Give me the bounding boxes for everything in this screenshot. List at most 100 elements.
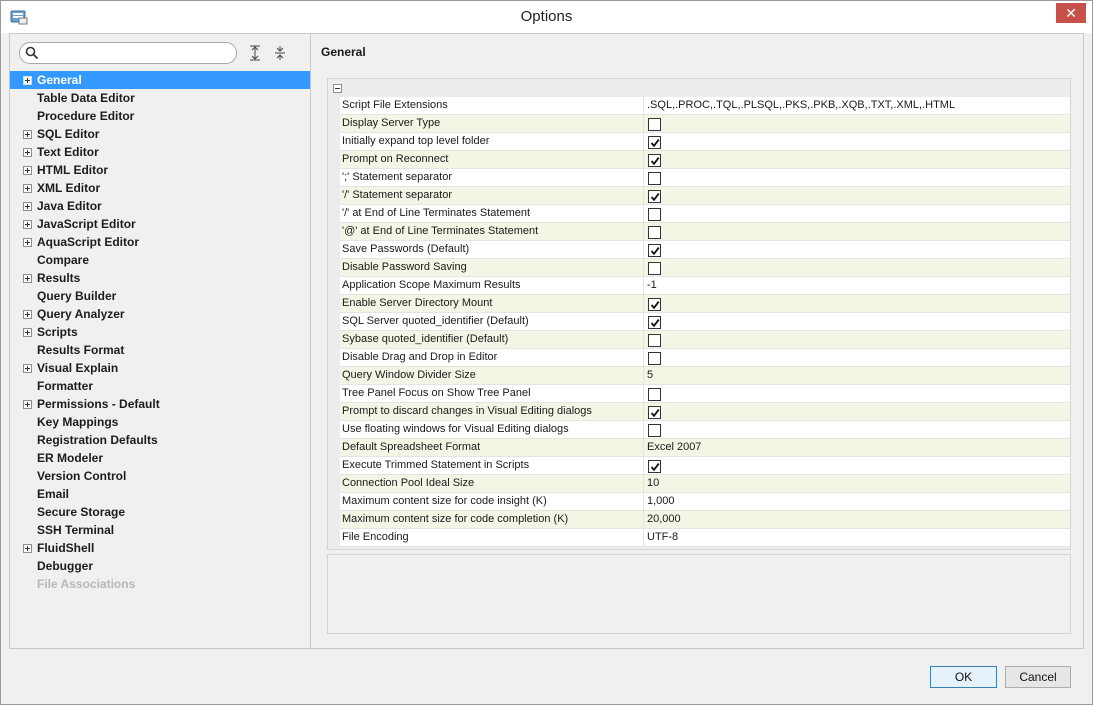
search-icon bbox=[25, 46, 39, 60]
tree-item-label: General bbox=[37, 73, 82, 87]
property-row: Prompt to discard changes in Visual Edit… bbox=[340, 403, 1070, 421]
tree-item[interactable]: Registration Defaults bbox=[10, 431, 310, 449]
expand-icon[interactable] bbox=[23, 166, 32, 175]
property-row: Enable Server Directory Mount bbox=[340, 295, 1070, 313]
property-value[interactable]: Excel 2007 bbox=[647, 439, 701, 456]
collapse-icon[interactable] bbox=[333, 84, 342, 93]
tree-item[interactable]: XML Editor bbox=[10, 179, 310, 197]
tree-item[interactable]: Text Editor bbox=[10, 143, 310, 161]
settings-panel: General Script File Extensions .SQL,.PROC… bbox=[312, 34, 1084, 648]
tree-item[interactable]: Debugger bbox=[10, 557, 310, 575]
tree-item[interactable]: Query Builder bbox=[10, 287, 310, 305]
expand-icon[interactable] bbox=[23, 202, 32, 211]
property-checkbox[interactable] bbox=[648, 208, 661, 221]
property-checkbox[interactable] bbox=[648, 154, 661, 167]
ok-button[interactable]: OK bbox=[930, 666, 997, 688]
property-value[interactable]: UTF-8 bbox=[647, 529, 678, 546]
tree-item-label: HTML Editor bbox=[37, 163, 109, 177]
expand-icon[interactable] bbox=[23, 364, 32, 373]
tree-item[interactable]: FluidShell bbox=[10, 539, 310, 557]
tree-item[interactable]: HTML Editor bbox=[10, 161, 310, 179]
property-checkbox[interactable] bbox=[648, 226, 661, 239]
property-value[interactable]: 10 bbox=[647, 475, 659, 492]
tree-item[interactable]: SQL Editor bbox=[10, 125, 310, 143]
expand-icon[interactable] bbox=[23, 148, 32, 157]
expand-icon[interactable] bbox=[23, 310, 32, 319]
tree-item[interactable]: Results Format bbox=[10, 341, 310, 359]
tree-item[interactable]: Java Editor bbox=[10, 197, 310, 215]
property-checkbox[interactable] bbox=[648, 352, 661, 365]
search-field[interactable] bbox=[19, 42, 237, 64]
expand-icon[interactable] bbox=[23, 328, 32, 337]
tree-item[interactable]: Formatter bbox=[10, 377, 310, 395]
tree-item[interactable]: Visual Explain bbox=[10, 359, 310, 377]
expand-icon[interactable] bbox=[23, 130, 32, 139]
property-value[interactable]: 1,000 bbox=[647, 493, 675, 510]
property-value[interactable]: 5 bbox=[647, 367, 653, 384]
tree-item[interactable]: Query Analyzer bbox=[10, 305, 310, 323]
tree-item[interactable]: Email bbox=[10, 485, 310, 503]
tree-item[interactable]: Secure Storage bbox=[10, 503, 310, 521]
column-divider bbox=[643, 331, 644, 349]
expand-all-icon[interactable] bbox=[247, 44, 263, 62]
property-row: Initially expand top level folder bbox=[340, 133, 1070, 151]
tree-item[interactable]: SSH Terminal bbox=[10, 521, 310, 539]
property-checkbox[interactable] bbox=[648, 118, 661, 131]
property-label: '/' at End of Line Terminates Statement bbox=[342, 207, 531, 219]
property-value[interactable]: .SQL,.PROC,.TQL,.PLSQL,.PKS,.PKB,.XQB,.T… bbox=[647, 97, 955, 114]
tree-item[interactable]: Procedure Editor bbox=[10, 107, 310, 125]
property-checkbox[interactable] bbox=[648, 316, 661, 329]
collapse-all-icon[interactable] bbox=[272, 44, 288, 62]
column-divider bbox=[643, 115, 644, 133]
property-row: Use floating windows for Visual Editing … bbox=[340, 421, 1070, 439]
property-checkbox[interactable] bbox=[648, 388, 661, 401]
property-row: Disable Drag and Drop in Editor bbox=[340, 349, 1070, 367]
property-row: Maximum content size for code insight (K… bbox=[340, 493, 1070, 511]
expand-icon[interactable] bbox=[23, 76, 32, 85]
property-checkbox[interactable] bbox=[648, 460, 661, 473]
property-checkbox[interactable] bbox=[648, 172, 661, 185]
property-value[interactable]: 20,000 bbox=[647, 511, 681, 528]
expand-icon[interactable] bbox=[23, 400, 32, 409]
tree-item[interactable]: Compare bbox=[10, 251, 310, 269]
property-checkbox[interactable] bbox=[648, 244, 661, 257]
column-divider bbox=[643, 259, 644, 277]
property-row: Tree Panel Focus on Show Tree Panel bbox=[340, 385, 1070, 403]
title-bar: Options ✕ bbox=[1, 1, 1092, 33]
property-checkbox[interactable] bbox=[648, 190, 661, 203]
section-title: General bbox=[321, 45, 366, 59]
property-checkbox[interactable] bbox=[648, 406, 661, 419]
close-button[interactable]: ✕ bbox=[1056, 3, 1086, 23]
tree-item[interactable]: Permissions - Default bbox=[10, 395, 310, 413]
tree-item[interactable]: Results bbox=[10, 269, 310, 287]
expand-icon[interactable] bbox=[23, 220, 32, 229]
property-checkbox[interactable] bbox=[648, 424, 661, 437]
column-divider bbox=[643, 349, 644, 367]
column-divider bbox=[643, 169, 644, 187]
property-checkbox[interactable] bbox=[648, 136, 661, 149]
tree-item-label: JavaScript Editor bbox=[37, 217, 136, 231]
tree-item[interactable]: Table Data Editor bbox=[10, 89, 310, 107]
tree-item[interactable]: JavaScript Editor bbox=[10, 215, 310, 233]
tree-item[interactable]: AquaScript Editor bbox=[10, 233, 310, 251]
expand-icon[interactable] bbox=[23, 274, 32, 283]
tree-item[interactable]: Key Mappings bbox=[10, 413, 310, 431]
category-panel: General Table Data Editor Procedure Editor… bbox=[10, 34, 311, 648]
expand-icon[interactable] bbox=[23, 184, 32, 193]
property-checkbox[interactable] bbox=[648, 262, 661, 275]
tree-item-label: SQL Editor bbox=[37, 127, 100, 141]
property-label: Tree Panel Focus on Show Tree Panel bbox=[342, 387, 531, 399]
search-input[interactable] bbox=[44, 45, 229, 61]
expand-icon[interactable] bbox=[23, 544, 32, 553]
tree-item[interactable]: Version Control bbox=[10, 467, 310, 485]
tree-item[interactable]: ER Modeler bbox=[10, 449, 310, 467]
property-checkbox[interactable] bbox=[648, 298, 661, 311]
expand-icon[interactable] bbox=[23, 238, 32, 247]
tree-item[interactable]: Scripts bbox=[10, 323, 310, 341]
tree-item-label: File Associations bbox=[37, 577, 136, 591]
property-value[interactable]: -1 bbox=[647, 277, 657, 294]
property-checkbox[interactable] bbox=[648, 334, 661, 347]
cancel-button[interactable]: Cancel bbox=[1005, 666, 1071, 688]
tree-item[interactable]: General bbox=[10, 71, 310, 89]
property-row: '/' Statement separator bbox=[340, 187, 1070, 205]
